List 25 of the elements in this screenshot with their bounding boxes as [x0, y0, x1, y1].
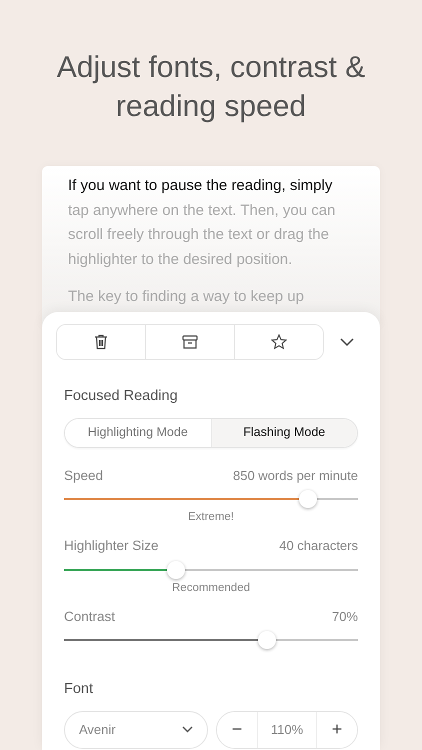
chevron-down-icon	[340, 338, 354, 346]
mode-tab[interactable]: Highlighting Mode	[65, 418, 212, 447]
section-title: Font	[64, 680, 94, 699]
slider-value: 70%	[332, 608, 358, 626]
slider-hint: Extreme!	[186, 510, 235, 525]
trash-button[interactable]	[57, 325, 146, 359]
mode-tab[interactable]: Flashing Mode	[212, 418, 357, 447]
slider-label: Highlighter Size	[64, 537, 159, 556]
slider-value: 40 characters	[279, 537, 358, 556]
slider-hint: Recommended	[171, 580, 251, 596]
slider-thumb[interactable]	[166, 560, 185, 578]
reading-paragraph: The key to finding a way to keep up	[68, 287, 305, 307]
slider-thumb[interactable]	[258, 631, 276, 649]
star-icon	[271, 334, 287, 350]
chevron-down-icon	[182, 726, 193, 734]
headline: Adjust fonts, contrast & reading speed	[56, 50, 366, 125]
font-select[interactable]: Avenir	[64, 710, 208, 749]
slider-thumb[interactable]	[299, 490, 318, 508]
slider-label: Contrast	[64, 608, 116, 626]
reading-paragraph: If you want to pause the reading, simply tap anywhere on the text. Then, you can scroll freely through the text or drag the highlighter to the desired position.	[68, 176, 336, 270]
section-title: Focused Reading	[64, 387, 179, 406]
archive-icon	[182, 335, 198, 349]
trash-icon	[94, 334, 108, 350]
slider-value: 850 words per minute	[232, 466, 358, 485]
slider-label: Speed	[64, 466, 104, 485]
